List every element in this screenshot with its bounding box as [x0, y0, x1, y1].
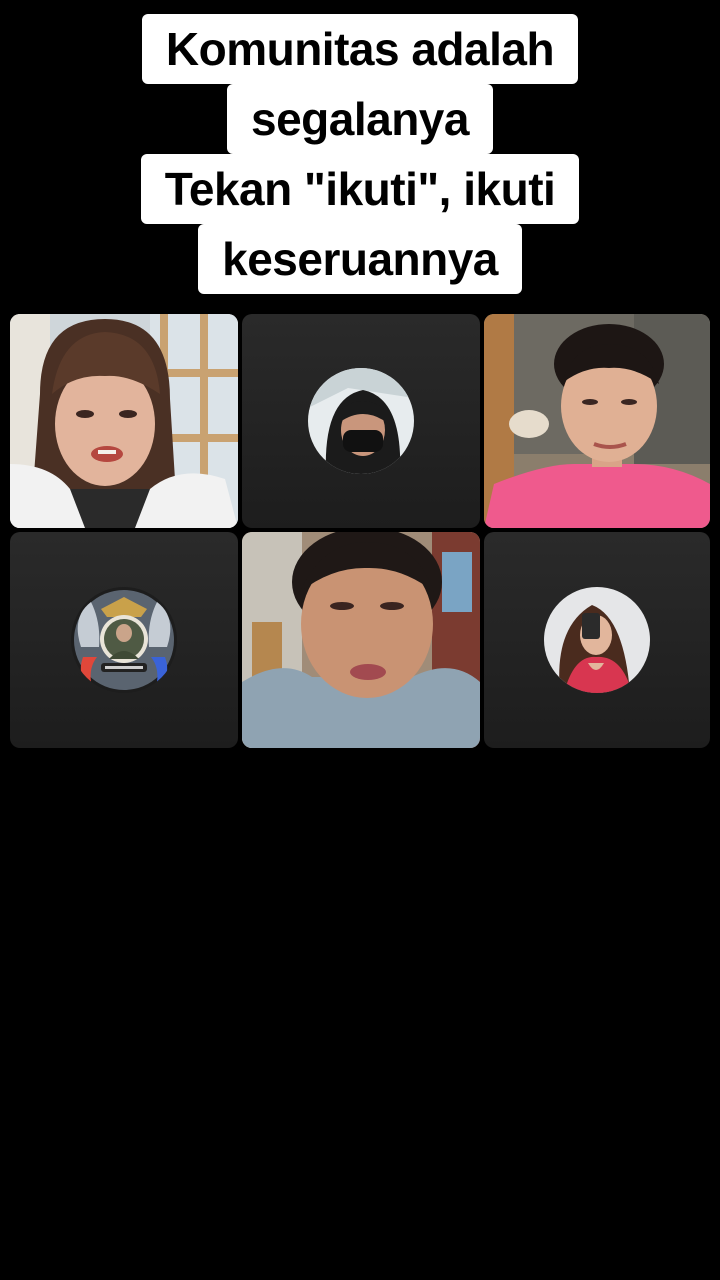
caption-overlay: Komunitas adalah segalanya Tekan "ikuti"… — [0, 14, 720, 294]
video-feed-5 — [242, 532, 480, 748]
caption-line-3: Tekan "ikuti", ikuti — [140, 154, 580, 224]
masked-person-avatar — [308, 368, 414, 474]
video-feed-3 — [484, 314, 710, 528]
participant-video-5[interactable] — [242, 532, 480, 748]
selfie-avatar — [544, 587, 650, 693]
caption-line-1: Komunitas adalah — [141, 14, 579, 84]
caption-line-2: segalanya — [227, 84, 493, 154]
participant-audio-4[interactable] — [10, 532, 238, 748]
participant-video-1[interactable] — [10, 314, 238, 528]
participant-video-3[interactable] — [484, 314, 710, 528]
caption-line-4: keseruannya — [198, 224, 522, 294]
video-feed-1 — [10, 314, 238, 528]
participant-audio-2[interactable] — [242, 314, 480, 528]
live-room-screen: Komunitas adalah segalanya Tekan "ikuti"… — [0, 0, 720, 1280]
participant-grid — [10, 314, 710, 748]
emblem-avatar — [71, 587, 177, 693]
participant-audio-6[interactable] — [484, 532, 710, 748]
